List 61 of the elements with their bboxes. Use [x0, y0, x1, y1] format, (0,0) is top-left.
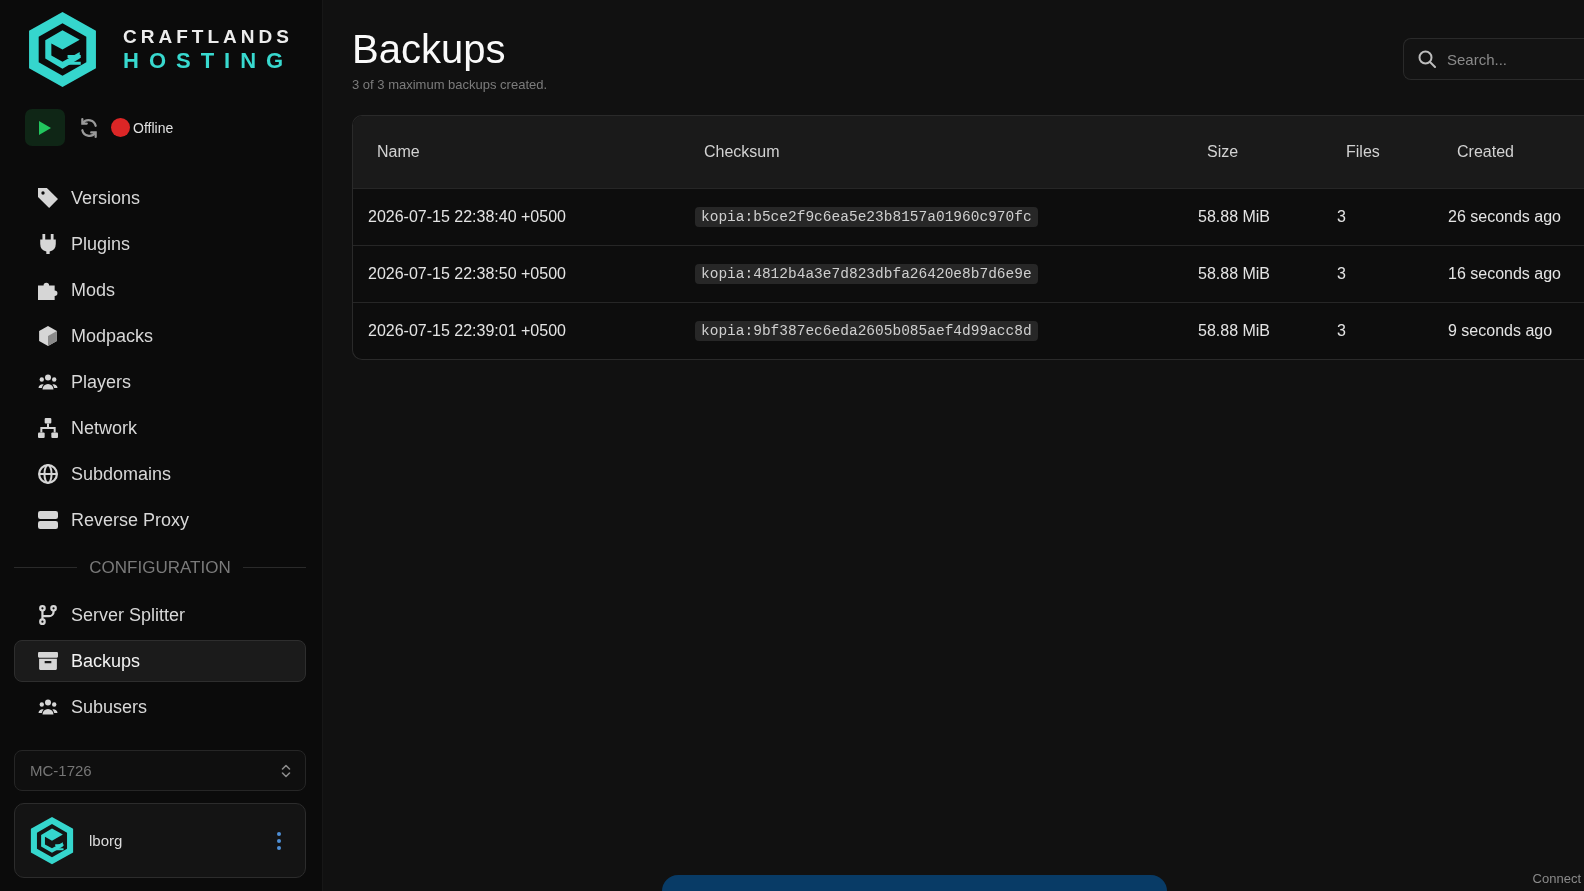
hexagon-avatar-icon: [30, 816, 74, 865]
sidebar-item[interactable]: Mods: [14, 269, 306, 311]
sidebar-item[interactable]: Subdomains: [14, 453, 306, 495]
table-cell: 3: [1322, 302, 1433, 359]
server-icon: [38, 510, 58, 530]
sidebar-item[interactable]: Players: [14, 361, 306, 403]
table-cell: 2026-07-15 22:38:40 +0500: [353, 188, 680, 245]
play-icon: [39, 120, 51, 135]
user-name: lborg: [89, 832, 124, 849]
status-label: Offline: [133, 119, 174, 136]
chevron-updown-icon: [281, 762, 291, 779]
table-cell: 3: [1322, 245, 1433, 302]
vertical-dots-icon: [277, 831, 281, 850]
search-icon: [1418, 50, 1436, 68]
branch-icon: [38, 605, 58, 625]
checksum-code: kopia:b5ce2f9c6ea5e23b8157a01960c970fc: [695, 207, 1038, 227]
table-cell: 9 seconds ago: [1433, 302, 1584, 359]
column-header: Files: [1322, 116, 1433, 188]
table-cell: 58.88 MiB: [1183, 188, 1322, 245]
connection-label: Connect: [1532, 871, 1581, 886]
search-field[interactable]: Search...: [1403, 38, 1584, 80]
checksum-code: kopia:9bf387ec6eda2605b085aef4d99acc8d: [695, 321, 1038, 341]
plug-icon: [38, 234, 58, 254]
sidebar-item[interactable]: Modpacks: [14, 315, 306, 357]
sidebar-item[interactable]: Reverse Proxy: [14, 499, 306, 541]
sidebar-item[interactable]: Server Splitter: [14, 594, 306, 636]
cube-icon: [38, 326, 58, 346]
table-cell: 58.88 MiB: [1183, 245, 1322, 302]
sidebar-item[interactable]: Plugins: [14, 223, 306, 265]
sidebar-item[interactable]: Backups: [14, 640, 306, 682]
page-subtitle: 3 of 3 maximum backups created.: [352, 77, 548, 93]
table-cell: 2026-07-15 22:38:50 +0500: [353, 245, 680, 302]
checksum-code: kopia:4812b4a3e7d823dbfa26420e8b7d6e9e: [695, 264, 1038, 284]
table-cell: 58.88 MiB: [1183, 302, 1322, 359]
sidebar-item[interactable]: Network: [14, 407, 306, 449]
start-button[interactable]: [25, 109, 65, 146]
users-icon: [38, 697, 58, 717]
column-header: Checksum: [680, 116, 1183, 188]
archive-box-icon: [38, 651, 58, 671]
tag-icon: [38, 188, 58, 208]
globe-icon: [38, 464, 58, 484]
table-cell: 16 seconds ago: [1433, 245, 1584, 302]
logo-text: HOSTING: [123, 48, 294, 74]
users-icon: [38, 372, 58, 392]
server-select[interactable]: MC-1726: [14, 750, 306, 791]
section-title: CONFIGURATION: [89, 557, 231, 578]
table-cell: 2026-07-15 22:39:01 +0500: [353, 302, 680, 359]
column-header: Name: [353, 116, 680, 188]
more-options-button[interactable]: [277, 831, 281, 850]
column-header: Size: [1183, 116, 1322, 188]
table-cell: 26 seconds ago: [1433, 188, 1584, 245]
sidebar-item[interactable]: Subusers: [14, 686, 306, 728]
logo-icon: [28, 12, 97, 88]
refresh-icon[interactable]: [80, 117, 98, 138]
sidebar-item[interactable]: Versions: [14, 177, 306, 219]
network-icon: [38, 418, 58, 438]
puzzle-piece-icon: [38, 280, 58, 300]
column-header: Created: [1433, 116, 1584, 188]
page-title: Backups: [352, 26, 506, 72]
logo-text: CRAFTLANDS: [123, 26, 293, 48]
table-cell: 3: [1322, 188, 1433, 245]
